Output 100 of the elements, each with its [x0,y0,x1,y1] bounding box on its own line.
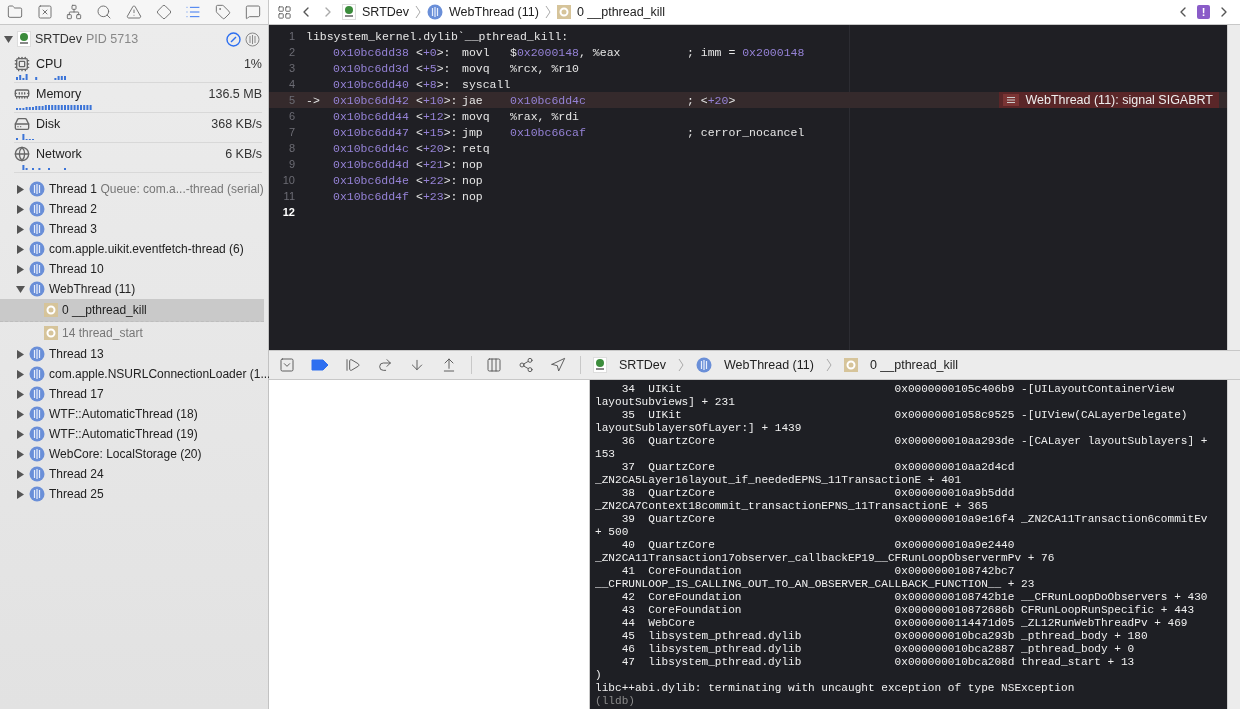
disclosure-triangle[interactable] [16,429,25,439]
opcode: syscall [462,77,510,91]
thread-label[interactable]: WebCore: LocalStorage (20) [49,447,202,461]
address: 0x10bc6dd38 [333,45,410,59]
thread-label[interactable]: Thread 13 [49,347,104,361]
disclosure-triangle[interactable] [16,389,25,399]
disclosure-triangle[interactable] [16,224,25,234]
thread-icon [29,426,45,442]
thread-icon [29,281,45,297]
breakpoint-toggle-icon[interactable] [309,359,331,371]
grid-icon[interactable] [277,4,292,20]
gauge-value: 6 KB/s [225,146,262,161]
gear-icon [556,5,571,19]
offset: <+21>: [416,157,459,171]
gauge-label: CPU [36,56,64,71]
threads-icon[interactable] [245,31,260,47]
offset: <+0>: [416,45,452,59]
disclosure-triangle[interactable] [16,284,25,294]
opcode: nop [462,189,484,203]
stack-frame[interactable]: 0 __pthread_kill [0,299,264,322]
line-number: 6 [287,110,295,122]
chevron-icon [678,358,684,372]
thread-label[interactable]: com.apple.NSURLConnectionLoader (1... [49,367,271,381]
line-number: 2 [287,46,295,58]
gear-icon [843,358,858,372]
thread-label[interactable]: Thread 3 [49,222,98,236]
offset: <+5>: [416,61,452,75]
disclosure-triangle[interactable] [16,409,25,419]
disclosure-triangle[interactable] [16,369,25,379]
disclosure-triangle[interactable] [16,469,25,479]
opcode: nop [462,157,484,171]
code-text: libsystem_kernel.dylib`__pthread_kill: [306,29,569,43]
disclosure-triangle[interactable] [16,349,25,359]
continue-icon[interactable] [343,357,363,373]
menu-icon [1003,94,1020,106]
thread-icon [29,386,45,402]
app-icon [342,4,356,20]
operands: 0x10bc6dd4c [510,93,587,107]
offset: <+10>: [416,93,459,107]
thread-icon [427,4,443,20]
address: 0x10bc6dd3d [333,61,410,75]
disclosure-triangle[interactable] [16,204,25,214]
thread-label[interactable]: WTF::AutomaticThread (18) [49,407,198,421]
gauge-value: 1% [243,56,262,71]
scrollbar[interactable] [1227,380,1240,709]
thread-icon [29,181,45,197]
line-number: 1 [287,30,295,42]
address: 0x10bc6dd4e [333,173,410,187]
offset: <+8>: [416,77,452,91]
stack-frame[interactable]: 14 thread_start [0,322,264,344]
gauge-label: Memory [36,86,83,101]
view-hierarchy-icon[interactable] [484,357,504,373]
disclosure-triangle[interactable] [16,264,25,274]
disclosure-triangle[interactable] [16,184,25,194]
thread-label[interactable]: WebThread (11) [49,282,136,296]
usage-graph [16,71,68,80]
gauge-label: Disk [36,116,62,131]
thread-icon [29,466,45,482]
chevron-icon [544,5,551,19]
opcode: nop [462,173,484,187]
thread-label[interactable]: Thread 1 Queue: com.a...-thread (serial) [49,182,264,196]
hide-panel-icon[interactable] [277,357,297,373]
thread-label[interactable]: Thread 24 [49,467,104,481]
thread-icon [29,221,45,237]
error-annotation: WebThread (11): signal SIGABRT [999,92,1219,108]
breadcrumb[interactable]: SRTDev [362,5,409,19]
breadcrumb[interactable]: 0 __pthread_kill [576,5,666,19]
disclosure-triangle[interactable] [16,449,25,459]
opcode: movl [462,45,491,59]
memory-graph-icon[interactable] [516,357,536,373]
thread-label[interactable]: Thread 2 [49,202,98,216]
disclosure-triangle[interactable] [16,489,25,499]
thread-icon [29,346,45,362]
breadcrumb[interactable]: WebThread (11) [724,358,814,372]
gauge-icon[interactable] [226,31,241,47]
breadcrumb[interactable]: 0 __pthread_kill [869,358,959,372]
location-icon[interactable] [548,357,568,373]
code-comment: ; cerror_nocancel [687,125,806,139]
thread-label[interactable]: Thread 17 [49,387,104,401]
operands: %rax, %rdi [510,109,580,123]
thread-icon [29,446,45,462]
thread-label[interactable]: Thread 25 [49,487,104,501]
thread-label[interactable]: WTF::AutomaticThread (19) [49,427,198,441]
thread-label[interactable]: Thread 10 [49,262,104,276]
thread-icon [29,241,45,257]
line-number: 5 [287,94,295,106]
thread-icon [29,406,45,422]
disclosure-triangle[interactable] [16,244,25,254]
issue-badge[interactable]: ! [1197,5,1210,19]
breadcrumb[interactable]: WebThread (11) [449,5,539,19]
message-icon[interactable] [243,2,263,22]
cpu-icon [14,55,30,72]
line-number: 3 [287,62,295,74]
breadcrumb[interactable]: SRTDev [619,358,666,372]
disclosure-triangle[interactable] [4,34,13,44]
app-icon [17,31,31,47]
address: 0x10bc6dd47 [333,125,410,139]
scrollbar[interactable] [1227,25,1240,350]
opcode: jmp [462,125,484,139]
thread-label[interactable]: com.apple.uikit.eventfetch-thread (6) [49,242,244,256]
